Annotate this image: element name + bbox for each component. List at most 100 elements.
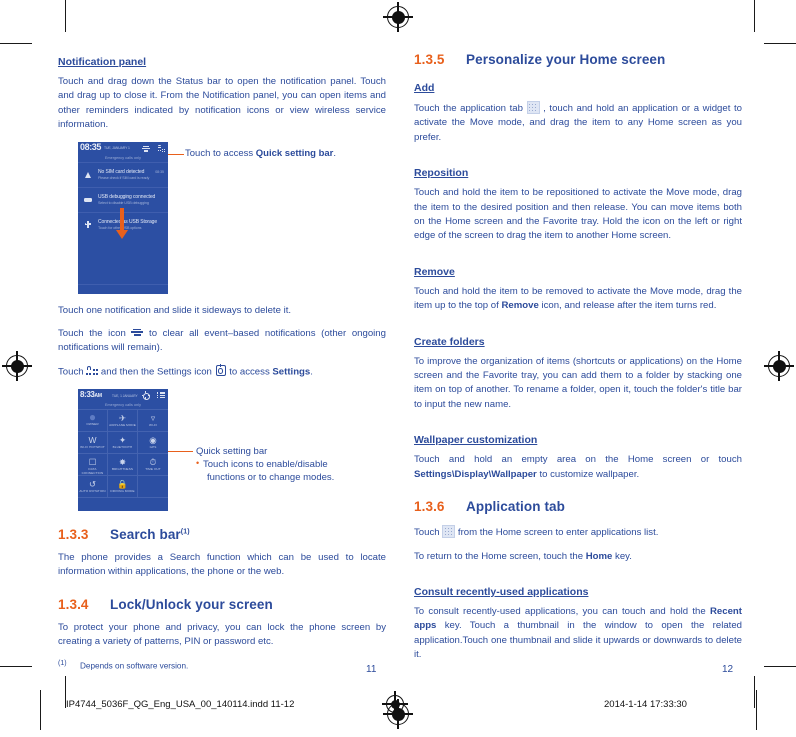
section-heading-1-3-3: 1.3.3 Search bar(1) xyxy=(58,527,386,542)
footnote-text: Depends on software version. xyxy=(80,662,189,672)
quick-setting-tile[interactable]: ✦ BLUETOOTH xyxy=(108,431,138,454)
callout-title: Quick setting bar xyxy=(196,445,268,457)
callout-leader-line xyxy=(168,450,193,453)
brightness-icon: ✸ xyxy=(118,457,127,468)
quick-setting-tile[interactable]: ✈ AIRPLANE MODE xyxy=(108,409,138,432)
quick-setting-tile[interactable]: ● OWNER xyxy=(78,409,108,432)
user-icon: ● xyxy=(88,409,97,424)
paragraph-application-tab: Touch from the Home screen to enter appl… xyxy=(414,525,742,540)
screenshot-quick-setting-bar: 8:33AM TUE, 1 JANUARY Emergency calls on… xyxy=(78,388,168,511)
section-heading-1-3-4: 1.3.4 Lock/Unlock your screen xyxy=(58,597,386,612)
wallpaper-text-a: Touch and hold an empty area on the Home… xyxy=(414,454,742,466)
status-bar-ampm: AM xyxy=(94,392,102,399)
subheading-consult-recent: Consult recently-used applications xyxy=(414,585,589,598)
paragraph-access-settings: Touch and then the Settings icon to acce… xyxy=(58,363,386,380)
airplane-icon: ✈ xyxy=(118,413,127,424)
quick-setting-tile[interactable]: ⏱ TIME OUT xyxy=(138,454,168,476)
app-tab-text-b: from the Home screen to enter applicatio… xyxy=(455,527,659,539)
home-text-a: To return to the Home screen, touch the xyxy=(414,550,586,562)
left-page-column: Notification panel Touch and drag down t… xyxy=(58,52,386,673)
section-heading-1-3-6: 1.3.6 Application tab xyxy=(414,499,742,514)
quick-setting-tile[interactable]: ▿ WI-FI xyxy=(138,410,168,432)
screenshot-status-bar: 08:35 TUE, JANUARY 1 xyxy=(78,141,168,155)
tile-label: TIME OUT xyxy=(145,467,161,472)
section-heading-1-3-5: 1.3.5 Personalize your Home screen xyxy=(414,52,742,67)
subheading-wallpaper: Wallpaper customization xyxy=(414,434,538,447)
callout-text-suffix: . xyxy=(333,147,337,159)
paragraph-wallpaper: Touch and hold an empty area on the Home… xyxy=(414,453,742,482)
app-tab-text-a: Touch xyxy=(414,527,443,539)
paragraph-lock-unlock: To protect your phone and privacy, you c… xyxy=(58,621,386,647)
notification-title: Connected as USB Storage xyxy=(98,218,158,225)
tile-label: WI-FI HOTSPOT xyxy=(80,445,105,450)
quick-setting-tile-grid: ● OWNER ✈ AIRPLANE MODE ▿ WI-FI W WI-FI … xyxy=(78,408,168,498)
section-number: 1.3.5 xyxy=(414,52,445,67)
quick-setting-tile[interactable]: ✸ BRIGHTNESS xyxy=(108,453,138,476)
heading-notification-panel: Notification panel xyxy=(58,56,147,68)
settings-text-a: Touch xyxy=(58,366,87,378)
status-bar-date: TUE, JANUARY 1 xyxy=(104,146,130,151)
section-number: 1.3.6 xyxy=(414,499,445,515)
notification-subtitle: Please check if SIM card is ready xyxy=(98,176,150,181)
tile-label: AIRPLANE MODE xyxy=(109,423,136,428)
quick-setting-tile-empty xyxy=(138,476,168,498)
status-bar-date: TUE, 1 JANUARY xyxy=(112,393,138,398)
right-page-column: 1.3.5 Personalize your Home screen Add To… xyxy=(414,52,742,672)
footnote-ref: (1) xyxy=(180,528,190,536)
callout-bullet-list: Touch icons to enable/disable functions … xyxy=(196,457,334,484)
status-bar-time: 8:33AM xyxy=(80,389,102,399)
paragraph-remove: Touch and hold the item to be removed to… xyxy=(414,285,742,314)
quick-setting-tile[interactable]: W WI-FI HOTSPOT xyxy=(78,431,108,454)
section-title: Search bar xyxy=(110,526,181,542)
warning-icon xyxy=(84,171,92,179)
section-number: 1.3.3 xyxy=(58,526,89,542)
settings-gear-icon[interactable] xyxy=(141,391,150,400)
quick-setting-tile[interactable]: ☐ DATA CONNECTION xyxy=(78,453,108,476)
registration-mark-slug xyxy=(382,691,408,717)
bluetooth-icon: ✦ xyxy=(118,435,127,446)
quick-setting-right-icons xyxy=(139,391,165,409)
quick-setting-tile[interactable]: 🔒 DRIVING MODE xyxy=(108,475,138,498)
notification-title: USB debugging connected xyxy=(98,193,156,200)
notification-subtitle: Select to disable USB debugging xyxy=(98,201,149,206)
wallpaper-text-b: to customize wallpaper. xyxy=(536,468,640,480)
callout-text-block: Quick setting bar Touch icons to enable/… xyxy=(196,445,334,484)
page-number-left: 11 xyxy=(366,664,377,675)
subheading-create-folders: Create folders xyxy=(414,335,485,348)
application-tab-icon xyxy=(442,525,456,539)
list-icon[interactable] xyxy=(157,391,165,399)
print-slug-timestamp: 2014-1-14 17:33:30 xyxy=(604,699,687,710)
tile-label: BLUETOOTH xyxy=(112,445,133,450)
callout-text-bold: Quick setting bar xyxy=(255,147,334,159)
remove-text-bold: Remove xyxy=(501,300,539,312)
callout-leader-line xyxy=(168,153,184,156)
callout-bullet-item: Touch icons to enable/disable functions … xyxy=(196,457,334,484)
clear-all-icon xyxy=(131,328,144,337)
paragraph-add: Touch the application tab , touch and ho… xyxy=(414,101,742,145)
quick-setting-tile[interactable]: ↺ AUTO ROTATION xyxy=(78,475,108,498)
clear-all-icon[interactable] xyxy=(141,144,150,152)
callout-bullet-line1: Touch icons to enable/disable xyxy=(203,458,328,470)
quick-setting-icon[interactable] xyxy=(157,144,165,152)
gps-icon: ◉ xyxy=(149,435,157,446)
quick-setting-status-bar: 8:33AM TUE, 1 JANUARY xyxy=(78,389,168,402)
subheading-remove: Remove xyxy=(414,265,455,278)
notification-item[interactable]: No SIM card detected Please check if SIM… xyxy=(78,161,168,187)
settings-text-d: . xyxy=(310,366,313,378)
clear-all-text-lead: Touch the icon xyxy=(58,328,132,340)
paragraph-search-bar: The phone provides a Search function whi… xyxy=(58,551,386,578)
rotation-icon: ↺ xyxy=(88,479,97,490)
application-tab-icon xyxy=(526,101,540,114)
section-title: Application tab xyxy=(466,499,565,515)
hotspot-icon: W xyxy=(88,435,97,446)
print-slug-filename: IP4744_5036F_QG_Eng_USA_00_140114.indd 1… xyxy=(66,699,295,710)
settings-text-c: to access xyxy=(226,366,273,378)
add-text-lead: Touch the application tab xyxy=(414,103,527,114)
notification-time: 08:35 xyxy=(155,169,164,174)
quick-setting-tile[interactable]: ◉ GPS xyxy=(138,432,168,454)
wifi-icon: ▿ xyxy=(150,413,156,424)
tile-label xyxy=(138,476,168,477)
panel-handle-bar[interactable] xyxy=(78,283,168,294)
paragraph-return-home: To return to the Home screen, touch the … xyxy=(414,550,742,564)
data-icon: ☐ xyxy=(88,457,97,468)
